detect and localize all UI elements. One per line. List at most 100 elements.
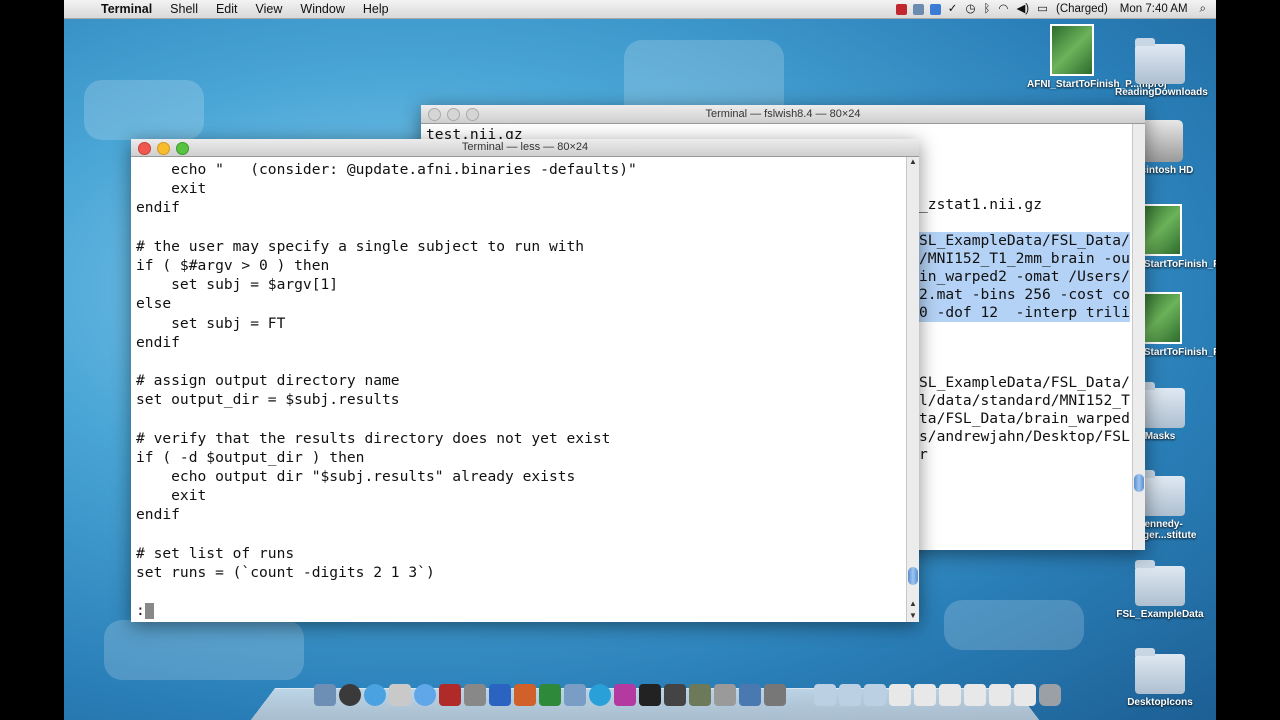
terminal-line: else: [136, 295, 172, 313]
wallpaper-bokeh: [104, 620, 304, 680]
scrollbar-thumb[interactable]: [1134, 474, 1144, 492]
scrollbar-thumb[interactable]: [908, 567, 918, 585]
window-title: Terminal — fslwish8.4 — 80×24: [705, 108, 861, 120]
desktop-icon[interactable]: FSL_ExampleData: [1115, 560, 1205, 620]
traffic-lights: [138, 142, 189, 155]
app-icon[interactable]: [689, 684, 711, 706]
document-stack-icon[interactable]: [1014, 684, 1036, 706]
safari-icon[interactable]: [364, 684, 386, 706]
desktop-icon[interactable]: DesktopIcons: [1115, 648, 1205, 708]
close-button[interactable]: [138, 142, 151, 155]
terminal-line: endif: [136, 506, 180, 524]
terminal-line: if ( -d $output_dir ) then: [136, 448, 365, 466]
bluetooth-icon[interactable]: ᛒ: [979, 0, 994, 18]
scroll-up-arrow-icon[interactable]: ▲: [907, 157, 919, 166]
word-icon[interactable]: [489, 684, 511, 706]
vertical-scrollbar[interactable]: [1132, 124, 1145, 550]
terminal-window-less[interactable]: Terminal — less — 80×24 echo " (consider…: [131, 139, 919, 622]
battery-status[interactable]: (Charged): [1052, 0, 1112, 18]
wifi-icon[interactable]: ◠: [994, 0, 1012, 18]
desktop-icon-label: ReadingDownloads: [1115, 87, 1208, 98]
window-titlebar[interactable]: Terminal — less — 80×24: [131, 139, 919, 157]
desktop-icon[interactable]: ReadingDownloads: [1115, 38, 1208, 98]
powerpoint-icon[interactable]: [514, 684, 536, 706]
excel-icon[interactable]: [539, 684, 561, 706]
document-stack-icon[interactable]: [989, 684, 1011, 706]
status-app-icon[interactable]: [912, 3, 924, 15]
preview-icon[interactable]: [389, 684, 411, 706]
less-prompt: :: [136, 601, 919, 620]
text-cursor: [144, 603, 154, 620]
folder-stack-icon[interactable]: [864, 684, 886, 706]
terminal-line-selected: 2.mat -bins 256 -cost co: [919, 286, 1130, 304]
document-stack-icon[interactable]: [939, 684, 961, 706]
document-stack-icon[interactable]: [964, 684, 986, 706]
scroll-down-arrow-icon[interactable]: ▼: [907, 611, 919, 620]
app-icon[interactable]: [464, 684, 486, 706]
terminal-line-selected: SL_ExampleData/FSL_Data/: [919, 232, 1130, 250]
zoom-button[interactable]: [466, 108, 479, 121]
terminal-line-selected: 0 -dof 12 -interp trili: [919, 304, 1130, 322]
itunes-icon[interactable]: [414, 684, 436, 706]
vertical-scrollbar[interactable]: ▲ ▲ ▼: [906, 157, 919, 622]
desktop-icon[interactable]: AFNI_StartToFinish_P...mproj: [1027, 24, 1167, 90]
folder-icon: [1135, 38, 1185, 84]
app-icon[interactable]: [764, 684, 786, 706]
menu-view[interactable]: View: [247, 0, 292, 18]
desktop-icon-label: FSL_ExampleData: [1116, 609, 1204, 620]
movie-file-icon: [1050, 24, 1094, 76]
clock[interactable]: Mon 7:40 AM: [1112, 0, 1196, 18]
dropbox-icon[interactable]: [929, 3, 941, 15]
trash-icon[interactable]: [1039, 684, 1061, 706]
menu-help[interactable]: Help: [354, 0, 398, 18]
folder-icon: [1135, 648, 1185, 694]
terminal-output[interactable]: echo " (consider: @update.afni.binaries …: [131, 157, 919, 621]
volume-icon[interactable]: ◀): [1012, 0, 1033, 18]
terminal-line: r: [919, 446, 928, 463]
minimize-button[interactable]: [447, 108, 460, 121]
terminal-line: exit: [136, 487, 207, 505]
menu-app-name[interactable]: Terminal: [92, 0, 161, 18]
menu-shell[interactable]: Shell: [161, 0, 207, 18]
terminal-line: exit: [136, 180, 207, 198]
scroll-up-arrow-icon[interactable]: ▲: [907, 599, 919, 608]
terminal-line: _zstat1.nii.gz: [919, 196, 1043, 213]
close-button[interactable]: [428, 108, 441, 121]
document-stack-icon[interactable]: [889, 684, 911, 706]
xcode-icon[interactable]: [739, 684, 761, 706]
desktop-icon-label: AFNI_StartToFinish_P...mproj: [1027, 79, 1167, 90]
window-titlebar[interactable]: Terminal — fslwish8.4 — 80×24: [421, 105, 1145, 124]
minimize-button[interactable]: [157, 142, 170, 155]
terminal-line: if ( $#argv > 0 ) then: [136, 256, 330, 274]
document-stack-icon[interactable]: [914, 684, 936, 706]
zoom-button[interactable]: [176, 142, 189, 155]
check-icon[interactable]: ✓: [944, 0, 962, 18]
finder-icon[interactable]: [314, 684, 336, 706]
menu-edit[interactable]: Edit: [207, 0, 247, 18]
system-preferences-icon[interactable]: [339, 684, 361, 706]
spotlight-search-icon[interactable]: ⌕: [1196, 0, 1216, 18]
time-machine-icon[interactable]: ◷: [961, 0, 979, 18]
window-title: Terminal — less — 80×24: [461, 141, 589, 153]
app-icon[interactable]: [564, 684, 586, 706]
app-icon[interactable]: [439, 684, 461, 706]
folder-stack-icon[interactable]: [839, 684, 861, 706]
folder-stack-icon[interactable]: [814, 684, 836, 706]
menu-window[interactable]: Window: [291, 0, 353, 18]
battery-icon[interactable]: ▭: [1033, 0, 1052, 18]
x11-icon[interactable]: [664, 684, 686, 706]
terminal-line: # verify that the results directory does…: [136, 429, 611, 447]
status-area: ✓ ◷ ᛒ ◠ ◀) ▭ (Charged) Mon 7:40 AM ⌕: [893, 0, 1216, 18]
app-icon[interactable]: [714, 684, 736, 706]
terminal-icon[interactable]: [639, 684, 661, 706]
skype-icon[interactable]: [589, 684, 611, 706]
record-icon[interactable]: [895, 3, 907, 15]
terminal-line-selected: /MNI152_T1_2mm_brain -ou: [919, 250, 1130, 268]
app-icon[interactable]: [614, 684, 636, 706]
terminal-line: set subj = $argv[1]: [136, 276, 339, 294]
wallpaper-bokeh: [84, 80, 204, 140]
